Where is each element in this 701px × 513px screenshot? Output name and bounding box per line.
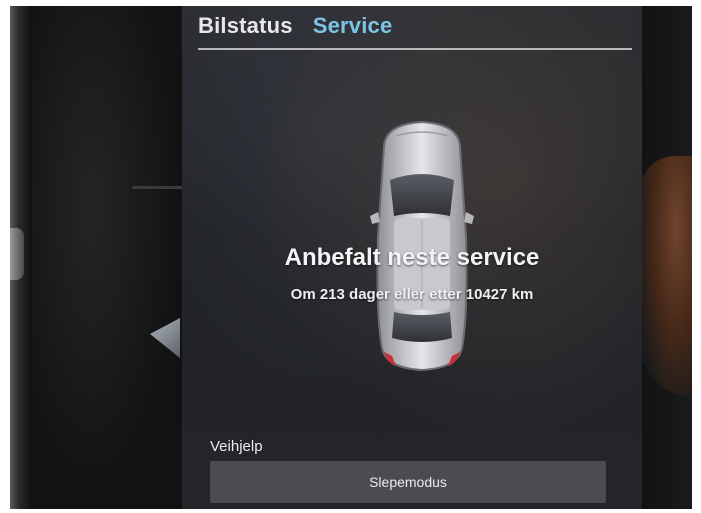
tab-bilstatus[interactable]: Bilstatus (198, 12, 293, 40)
photo-frame: Bilstatus Service Anbefalt neste service… (10, 6, 692, 509)
tow-mode-button[interactable]: Slepemodus (210, 461, 606, 503)
glare-reflection (150, 318, 180, 358)
tab-service[interactable]: Service (313, 12, 393, 40)
service-detail: Om 213 dager eller etter 10427 km (290, 286, 534, 303)
infotainment-screen: Bilstatus Service Anbefalt neste service… (182, 6, 642, 509)
roadside-section-label: Veihjelp (210, 438, 263, 455)
tab-divider (198, 48, 632, 50)
hand-reflection (640, 156, 692, 396)
dashboard-knob (10, 228, 24, 280)
tab-bar: Bilstatus Service (198, 6, 392, 40)
bezel-strip (132, 186, 188, 189)
bezel-left (32, 6, 188, 509)
tow-mode-label: Slepemodus (369, 474, 447, 490)
service-headline: Anbefalt neste service (284, 244, 540, 271)
